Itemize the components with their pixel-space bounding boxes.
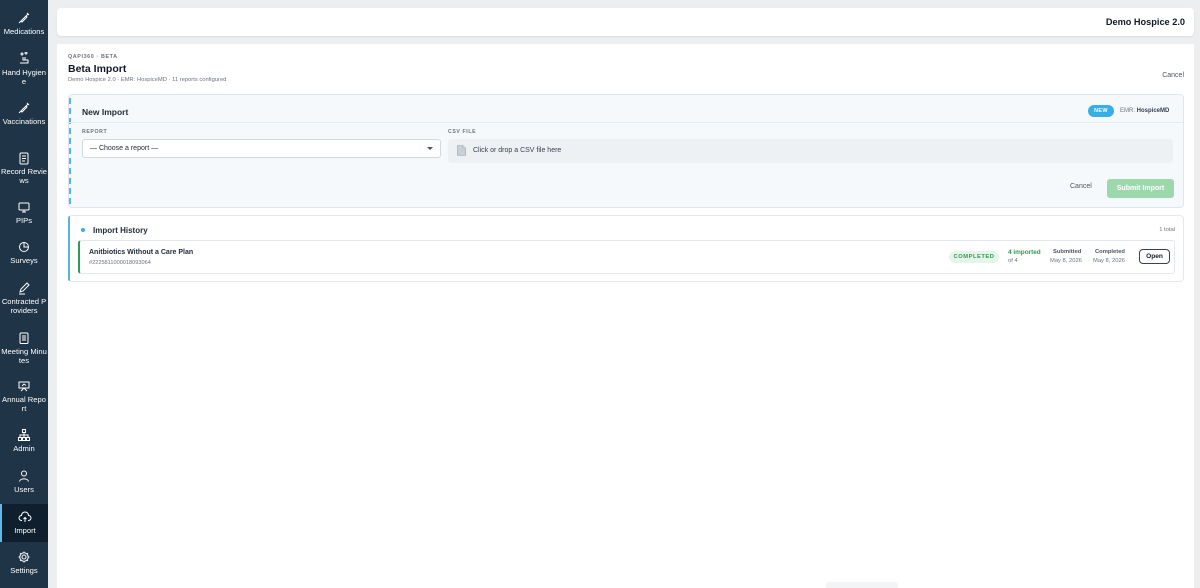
bottom-edge-element: [826, 582, 898, 588]
sidebar-item-label: Admin: [13, 444, 35, 453]
status-dot-icon: [81, 228, 85, 232]
sidebar-item-contracted-providers[interactable]: Contracted Providers: [0, 281, 48, 317]
sidebar-item-label: Import: [14, 526, 36, 535]
new-import-header: New Import NEW EMR: HospiceMD: [69, 95, 1183, 123]
sidebar-item-label: Settings: [10, 566, 38, 575]
submitted-label: Submitted: [1053, 249, 1082, 255]
sidebar-item-surveys[interactable]: Surveys: [0, 240, 48, 268]
new-import-title: New Import: [82, 107, 129, 117]
sidebar-item-vaccinations[interactable]: Vaccinations: [0, 101, 48, 139]
hand-wash-icon: [20, 52, 29, 64]
sidebar: Medications Hand Hygiene Vaccinations Re…: [0, 0, 48, 588]
syringe-icon: [18, 12, 30, 24]
sidebar-item-label: Hand Hygiene: [2, 68, 46, 86]
user-icon: [19, 470, 29, 482]
imported-count: 4 imported: [1008, 249, 1041, 256]
report-field-label: REPORT: [82, 129, 108, 135]
report-select-value: — Choose a report —: [90, 145, 159, 152]
sidebar-item-pips[interactable]: PIPs: [0, 200, 48, 228]
csv-dropzone[interactable]: Click or drop a CSV file here: [448, 139, 1173, 163]
top-header: Demo Hospice 2.0: [57, 8, 1194, 36]
card-accent-border: [68, 216, 70, 281]
sidebar-item-label: Annual Report: [2, 395, 46, 413]
import-history-title: Import History: [93, 226, 148, 235]
sidebar-item-users[interactable]: Users: [0, 469, 48, 497]
report-name: Anitbiotics Without a Care Plan: [89, 249, 194, 256]
emr-label: EMR:: [1120, 108, 1135, 114]
file-icon: [457, 145, 466, 156]
new-import-card: New Import NEW EMR: HospiceMD REPORT — C…: [68, 94, 1184, 208]
gear-icon: [18, 551, 30, 563]
csv-dropzone-text: Click or drop a CSV file here: [473, 147, 562, 154]
notes-icon: [19, 332, 29, 344]
page-cancel-button[interactable]: Cancel: [1162, 72, 1184, 79]
import-history-card: Import History 1 total Anitbiotics Witho…: [68, 215, 1184, 282]
sidebar-item-label: Users: [14, 485, 34, 494]
presentation-icon: [18, 381, 30, 392]
table-row: Anitbiotics Without a Care Plan #2225811…: [78, 240, 1175, 274]
clipboard-icon: [19, 152, 29, 165]
chevron-down-icon: [427, 147, 433, 150]
main-panel: QAPI360 · BETA Beta Import Demo Hospice …: [57, 44, 1194, 588]
sidebar-item-meeting-minutes[interactable]: Meeting Minutes: [0, 331, 48, 367]
report-select[interactable]: — Choose a report —: [82, 139, 441, 158]
sidebar-item-label: PIPs: [15, 216, 33, 225]
cancel-button[interactable]: Cancel: [1070, 183, 1092, 190]
sidebar-item-hand-hygiene[interactable]: Hand Hygiene: [0, 52, 48, 90]
date-separator: ·: [1088, 258, 1090, 264]
syringe-icon: [18, 102, 30, 114]
sidebar-item-label: Contracted Providers: [1, 297, 47, 315]
status-badge: COMPLETED: [949, 251, 999, 263]
sidebar-item-label: Surveys: [10, 256, 38, 265]
import-id: #2225811000018093064: [89, 260, 151, 266]
sidebar-item-import[interactable]: Import: [0, 504, 48, 542]
new-badge: NEW: [1088, 105, 1114, 117]
csv-field-label: CSV FILE: [448, 129, 477, 135]
org-chart-icon: [18, 429, 30, 441]
sidebar-item-settings[interactable]: Settings: [0, 550, 48, 578]
cloud-upload-icon: [18, 511, 32, 522]
pen-icon: [19, 282, 30, 295]
organization-name: Demo Hospice 2.0: [1105, 17, 1185, 27]
sidebar-item-medications[interactable]: Medications: [0, 11, 48, 43]
open-button[interactable]: Open: [1139, 249, 1170, 264]
imported-total: of 4: [1008, 258, 1018, 264]
sidebar-item-record-reviews[interactable]: Record Reviews: [0, 151, 48, 187]
sidebar-item-label: Record Reviews: [1, 167, 48, 185]
sidebar-item-label: Vaccinations: [2, 117, 46, 126]
page-eyebrow: QAPI360 · BETA: [68, 54, 118, 60]
completed-label: Completed: [1095, 249, 1125, 255]
emr-value: HospiceMD: [1136, 108, 1170, 114]
pie-chart-icon: [19, 242, 29, 252]
history-total-count: 1 total: [1159, 227, 1175, 233]
page-subtitle: Demo Hospice 2.0 · EMR: HospiceMD · 11 r…: [68, 77, 227, 83]
submitted-date: May 8, 2026: [1050, 258, 1082, 264]
page-title: Beta Import: [68, 63, 127, 75]
sidebar-item-label: Meeting Minutes: [1, 347, 47, 365]
emr-indicator: EMR: HospiceMD: [1120, 108, 1169, 114]
sidebar-item-annual-report[interactable]: Annual Report: [0, 379, 48, 415]
sidebar-item-admin[interactable]: Admin: [0, 428, 48, 456]
monitor-icon: [18, 202, 30, 213]
completed-date: May 8, 2026: [1093, 258, 1125, 264]
sidebar-item-label: Medications: [3, 27, 45, 36]
submit-import-button[interactable]: Submit Import: [1107, 179, 1174, 198]
